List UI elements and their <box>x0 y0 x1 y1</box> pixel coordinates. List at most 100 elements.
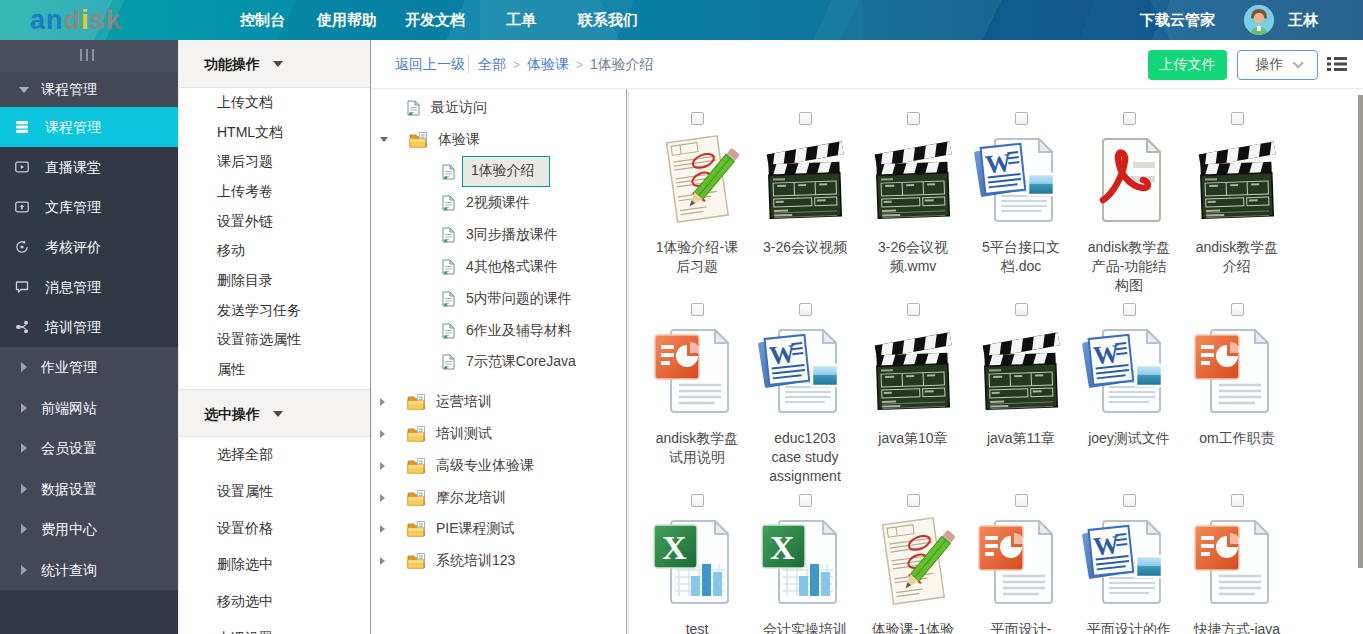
app-logo[interactable]: andisk <box>30 5 122 35</box>
tree-item-11[interactable]: 培训测试 <box>380 419 492 449</box>
download-cloud-agent-link[interactable]: 下载云管家 <box>1140 0 1215 40</box>
file-checkbox[interactable] <box>799 303 812 316</box>
file-item[interactable]: andisk教学盘介绍 <box>1183 112 1291 276</box>
file-item[interactable]: java第10章 <box>859 303 967 448</box>
sidebar-group-4[interactable]: 数据设置 <box>0 469 178 510</box>
sidebar-item-6[interactable]: 培训管理 <box>0 307 178 347</box>
file-checkbox[interactable] <box>1231 112 1244 125</box>
operate-dropdown-button[interactable]: 操作 <box>1237 50 1318 80</box>
file-checkbox[interactable] <box>907 112 920 125</box>
file-item[interactable]: 3-26会议视频.wmv <box>859 112 967 276</box>
tree-item-7[interactable]: 5内带问题的课件 <box>441 284 572 314</box>
panel-action-移动选中[interactable]: 移动选中 <box>179 584 372 621</box>
file-item[interactable]: Xtest <box>643 494 751 634</box>
file-checkbox[interactable] <box>1231 303 1244 316</box>
topnav-item-1[interactable]: 控制台 <box>240 0 285 40</box>
sidebar-group-course-mgmt[interactable]: 课程管理 <box>0 72 178 107</box>
sidebar-group-5[interactable]: 费用中心 <box>0 509 178 550</box>
sidebar-item-4[interactable]: 考核评价 <box>0 227 178 267</box>
panel-section-header-2[interactable]: 选中操作 <box>179 389 372 437</box>
sidebar-collapse-toggle[interactable] <box>0 40 178 72</box>
panel-action-发送学习任务[interactable]: 发送学习任务 <box>179 296 372 326</box>
tree-item-6[interactable]: 4其他格式课件 <box>441 252 558 282</box>
tree-item-9[interactable]: 7示范课CoreJava <box>441 347 576 377</box>
file-checkbox[interactable] <box>907 303 920 316</box>
file-checkbox[interactable] <box>691 303 704 316</box>
file-item[interactable]: X会计实操培训 <box>751 494 859 634</box>
tree-item-12[interactable]: 高级专业体验课 <box>380 451 534 481</box>
sidebar-item-3[interactable]: 文库管理 <box>0 187 178 227</box>
file-checkbox[interactable] <box>1123 112 1136 125</box>
tree-item-2[interactable]: 体验课 <box>380 125 480 155</box>
user-name[interactable]: 王林 <box>1288 0 1318 40</box>
tree-item-13[interactable]: 摩尔龙培训 <box>380 483 506 513</box>
panel-action-设置筛选属性[interactable]: 设置筛选属性 <box>179 326 372 356</box>
list-view-toggle-icon[interactable] <box>1327 56 1347 72</box>
file-checkbox[interactable] <box>799 494 812 507</box>
panel-action-上课设置[interactable]: 上课设置 <box>179 620 372 634</box>
file-item[interactable]: 快捷方式-java <box>1183 494 1291 634</box>
topnav-item-5[interactable]: 联系我们 <box>578 0 638 40</box>
file-checkbox[interactable] <box>691 112 704 125</box>
sidebar-group-3[interactable]: 会员设置 <box>0 428 178 469</box>
scrollbar-thumb[interactable] <box>1358 95 1363 568</box>
panel-action-设置外链[interactable]: 设置外链 <box>179 207 372 237</box>
tree-item-3[interactable]: 1体验介绍 <box>441 157 550 187</box>
panel-action-移动[interactable]: 移动 <box>179 236 372 266</box>
file-checkbox[interactable] <box>1123 494 1136 507</box>
panel-action-课后习题[interactable]: 课后习题 <box>179 147 372 177</box>
tree-item-10[interactable]: 运营培训 <box>380 387 492 417</box>
user-avatar[interactable] <box>1244 5 1274 35</box>
panel-section-header-1[interactable]: 功能操作 <box>179 40 372 88</box>
topnav-item-2[interactable]: 使用帮助 <box>317 0 377 40</box>
file-checkbox[interactable] <box>1231 494 1244 507</box>
tree-item-1[interactable]: 最近访问 <box>380 93 487 123</box>
breadcrumb-back-link[interactable]: 返回上一级 <box>395 40 465 88</box>
file-item[interactable]: 平面设计- <box>967 494 1075 634</box>
file-checkbox[interactable] <box>1123 303 1136 316</box>
file-item[interactable]: andisk教学盘试用说明 <box>643 303 751 467</box>
sidebar-item-1[interactable]: 课程管理 <box>0 107 178 147</box>
topnav-item-3[interactable]: 开发文档 <box>405 0 465 40</box>
breadcrumb-item-1[interactable]: 全部 <box>478 56 506 72</box>
file-checkbox[interactable] <box>907 494 920 507</box>
breadcrumb-item-2[interactable]: 体验课 <box>527 56 569 72</box>
file-checkbox[interactable] <box>799 112 812 125</box>
panel-action-选择全部[interactable]: 选择全部 <box>179 437 372 474</box>
file-checkbox[interactable] <box>1015 112 1028 125</box>
sidebar-item-2[interactable]: 直播课堂 <box>0 147 178 187</box>
sidebar-group-1[interactable]: 作业管理 <box>0 347 178 388</box>
file-checkbox[interactable] <box>1015 494 1028 507</box>
panel-action-上传考卷[interactable]: 上传考卷 <box>179 177 372 207</box>
panel-action-设置属性[interactable]: 设置属性 <box>179 474 372 511</box>
upload-file-button[interactable]: 上传文件 <box>1148 50 1227 80</box>
panel-action-删除选中[interactable]: 删除选中 <box>179 547 372 584</box>
sidebar-item-5[interactable]: 消息管理 <box>0 267 178 307</box>
file-item[interactable]: W5平台接口文档.doc <box>967 112 1075 276</box>
tree-item-15[interactable]: 系统培训123 <box>380 546 515 576</box>
panel-action-删除目录[interactable]: 删除目录 <box>179 266 372 296</box>
tree-item-8[interactable]: 6作业及辅导材料 <box>441 316 572 346</box>
file-item[interactable]: Wjoey测试文件 <box>1075 303 1183 448</box>
file-checkbox[interactable] <box>691 494 704 507</box>
file-item[interactable]: java第11章 <box>967 303 1075 448</box>
file-item[interactable]: W平面设计的作 <box>1075 494 1183 634</box>
tree-item-14[interactable]: PIE课程测试 <box>380 514 515 544</box>
panel-action-HTML文档[interactable]: HTML文档 <box>179 118 372 148</box>
file-item[interactable]: 体验课-1体验 <box>859 494 967 634</box>
excel-file-icon: X <box>649 514 745 610</box>
sidebar-group-6[interactable]: 统计查询 <box>0 550 178 591</box>
file-item[interactable]: Weduc1203 case study assignment <box>751 303 859 486</box>
file-item[interactable]: 1体验介绍-课后习题 <box>643 112 751 276</box>
file-item[interactable]: 3-26会议视频 <box>751 112 859 257</box>
file-item[interactable]: andisk教学盘产品-功能结构图 <box>1075 112 1183 295</box>
topnav-item-4[interactable]: 工单 <box>506 0 536 40</box>
file-checkbox[interactable] <box>1015 303 1028 316</box>
panel-action-上传文档[interactable]: 上传文档 <box>179 88 372 118</box>
panel-action-属性[interactable]: 属性 <box>179 355 372 385</box>
file-item[interactable]: om工作职责 <box>1183 303 1291 448</box>
panel-action-设置价格[interactable]: 设置价格 <box>179 510 372 547</box>
sidebar-group-2[interactable]: 前端网站 <box>0 388 178 429</box>
tree-item-4[interactable]: 2视频课件 <box>441 188 530 218</box>
tree-item-5[interactable]: 3同步播放课件 <box>441 220 558 250</box>
